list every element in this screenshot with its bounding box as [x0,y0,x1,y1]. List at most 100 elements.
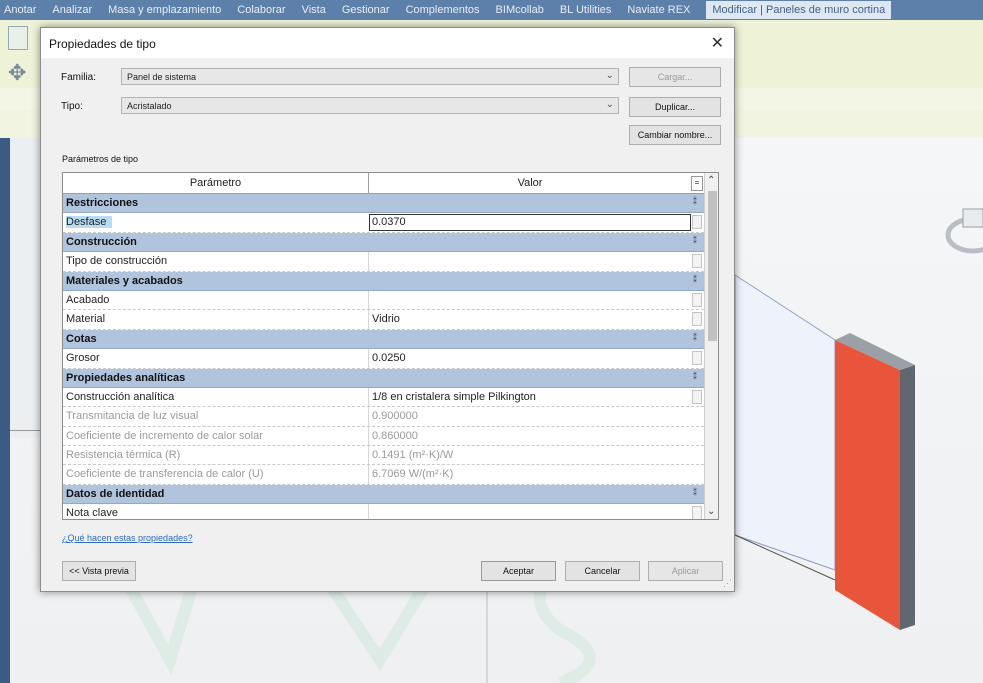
collapse-icon[interactable]: ⁑ [693,275,697,284]
scroll-down-icon[interactable]: ⌄ [707,506,715,517]
column-divider [368,252,369,271]
group-title: Propiedades analíticas [66,371,186,384]
chevron-down-icon: ⌄ [605,70,614,81]
type-parameters-label: Parámetros de tipo [62,154,139,164]
param-value[interactable]: Vidrio [372,313,400,325]
param-name: Material [66,313,106,326]
param-value: 6.7069 W/(m²·K) [372,468,454,481]
table-row: Transmitancia de luz visual 0.900000 [63,407,704,427]
view-cube-icon[interactable] [945,195,983,275]
table-row[interactable]: Tipo de construcción [63,252,704,272]
collapse-icon[interactable]: ⁑ [693,236,697,245]
column-divider [368,310,369,329]
collapse-icon[interactable]: ⁑ [693,488,697,497]
type-properties-dialog: Propiedades de tipo ✕ Familia: Panel de … [40,27,735,592]
associate-param-button[interactable] [692,389,702,404]
type-value: Acristalado [127,101,172,111]
group-title: Materiales y acabados [66,274,183,287]
group-header-materiales[interactable]: Materiales y acabados ⁑ [63,271,704,291]
group-header-cotas[interactable]: Cotas ⁑ [63,329,704,350]
cancel-button[interactable]: Cancelar [565,561,640,581]
param-value[interactable]: 1/8 en cristalera simple Pilkington [372,391,536,403]
param-name: Nota clave [66,507,118,520]
table-row[interactable]: Grosor 0.0250 [63,349,704,369]
column-divider [368,446,369,465]
param-value: 0.900000 [372,410,418,423]
group-title: Datos de identidad [66,487,165,500]
group-header-restricciones[interactable]: Restricciones ⁑ [63,194,704,214]
param-value: 0.860000 [372,429,418,442]
table-header: Parámetro Valor = [63,173,704,194]
param-name: Transmitancia de luz visual [66,410,199,423]
wall-panel-selected [835,340,900,630]
param-name: Grosor [66,352,100,365]
family-value: Panel de sistema [127,72,197,82]
group-header-construccion[interactable]: Construcción ⁑ [63,232,704,253]
group-header-analiticas[interactable]: Propiedades analíticas ⁑ [63,368,704,388]
param-value[interactable]: 0.0250 [372,352,406,364]
param-name: Desfase [66,216,113,229]
family-dropdown[interactable]: Panel de sistema ⌄ [121,68,619,85]
group-title: Cotas [66,332,97,345]
load-button[interactable]: Cargar... [629,67,721,87]
type-label: Tipo: [61,101,83,112]
associate-param-button[interactable] [692,215,702,230]
rename-button[interactable]: Cambiar nombre... [629,125,721,145]
parameters-table: Parámetro Valor = Restricciones ⁑ Desfas… [62,172,719,520]
value-input[interactable]: 0.0370 [369,214,691,232]
table-row: Resistencia térmica (R) 0.1491 (m²·K)/W [63,446,704,466]
table-row[interactable]: Nota clave [63,504,704,520]
column-divider [368,349,369,368]
resize-grip-icon[interactable]: ⋰ [723,578,732,589]
preview-button[interactable]: << Vista previa [62,561,136,581]
table-row: Coeficiente de incremento de calor solar… [63,426,704,447]
sort-toggle-icon[interactable]: = [691,176,703,191]
param-name: Construcción analítica [66,390,175,403]
ok-button[interactable]: Aceptar [481,561,556,581]
close-icon[interactable]: ✕ [711,33,724,53]
duplicate-button[interactable]: Duplicar... [629,97,721,117]
group-title: Restricciones [66,197,139,209]
dialog-titlebar: Propiedades de tipo ✕ [41,28,734,58]
column-divider [368,407,369,426]
collapse-icon[interactable]: ⁑ [693,197,697,206]
scroll-thumb[interactable] [708,191,717,341]
associate-param-button[interactable] [692,351,702,366]
help-link[interactable]: ¿Qué hacen estas propiedades? [62,533,193,543]
table-row[interactable]: Desfase 0.0370 [63,213,704,233]
apply-button[interactable]: Aplicar [648,561,723,581]
column-divider [368,387,369,407]
param-name: Tipo de construcción [66,255,168,268]
table-body: Restricciones ⁑ Desfase 0.0370 Construcc… [63,194,704,520]
group-header-identidad[interactable]: Datos de identidad ⁑ [63,484,704,505]
param-name: Acabado [66,293,110,306]
param-value: 0.1491 (m²·K)/W [372,449,454,462]
associate-param-button[interactable] [692,292,702,307]
column-header-parameter[interactable]: Parámetro [63,173,369,193]
column-divider [368,290,369,310]
collapse-icon[interactable]: ⁑ [693,333,697,342]
dialog-title: Propiedades de tipo [49,37,156,51]
type-dropdown[interactable]: Acristalado ⌄ [121,97,619,114]
group-title: Construcción [66,235,137,248]
table-row: Coeficiente de transferencia de calor (U… [63,465,704,485]
table-row[interactable]: Acabado [63,290,704,311]
param-name: Coeficiente de incremento de calor solar [66,429,263,442]
chevron-down-icon: ⌄ [605,99,614,110]
param-name: Coeficiente de transferencia de calor (U… [66,468,264,481]
column-divider [368,465,369,484]
column-header-value[interactable]: Valor [369,173,691,193]
associate-param-button[interactable] [692,312,702,327]
table-row[interactable]: Construcción analítica 1/8 en cristalera… [63,387,704,408]
column-divider [368,504,369,519]
family-label: Familia: [61,72,97,83]
scroll-up-icon[interactable]: ⌃ [707,175,715,186]
param-name: Resistencia térmica (R) [66,449,181,462]
associate-param-button[interactable] [692,254,702,269]
collapse-icon[interactable]: ⁑ [693,372,697,381]
vertical-scrollbar[interactable]: ⌃ ⌄ [704,173,718,519]
table-row[interactable]: Material Vidrio [63,310,704,330]
curtain-wall-model [730,270,915,630]
associate-param-button[interactable] [692,506,702,519]
column-divider [368,426,369,446]
